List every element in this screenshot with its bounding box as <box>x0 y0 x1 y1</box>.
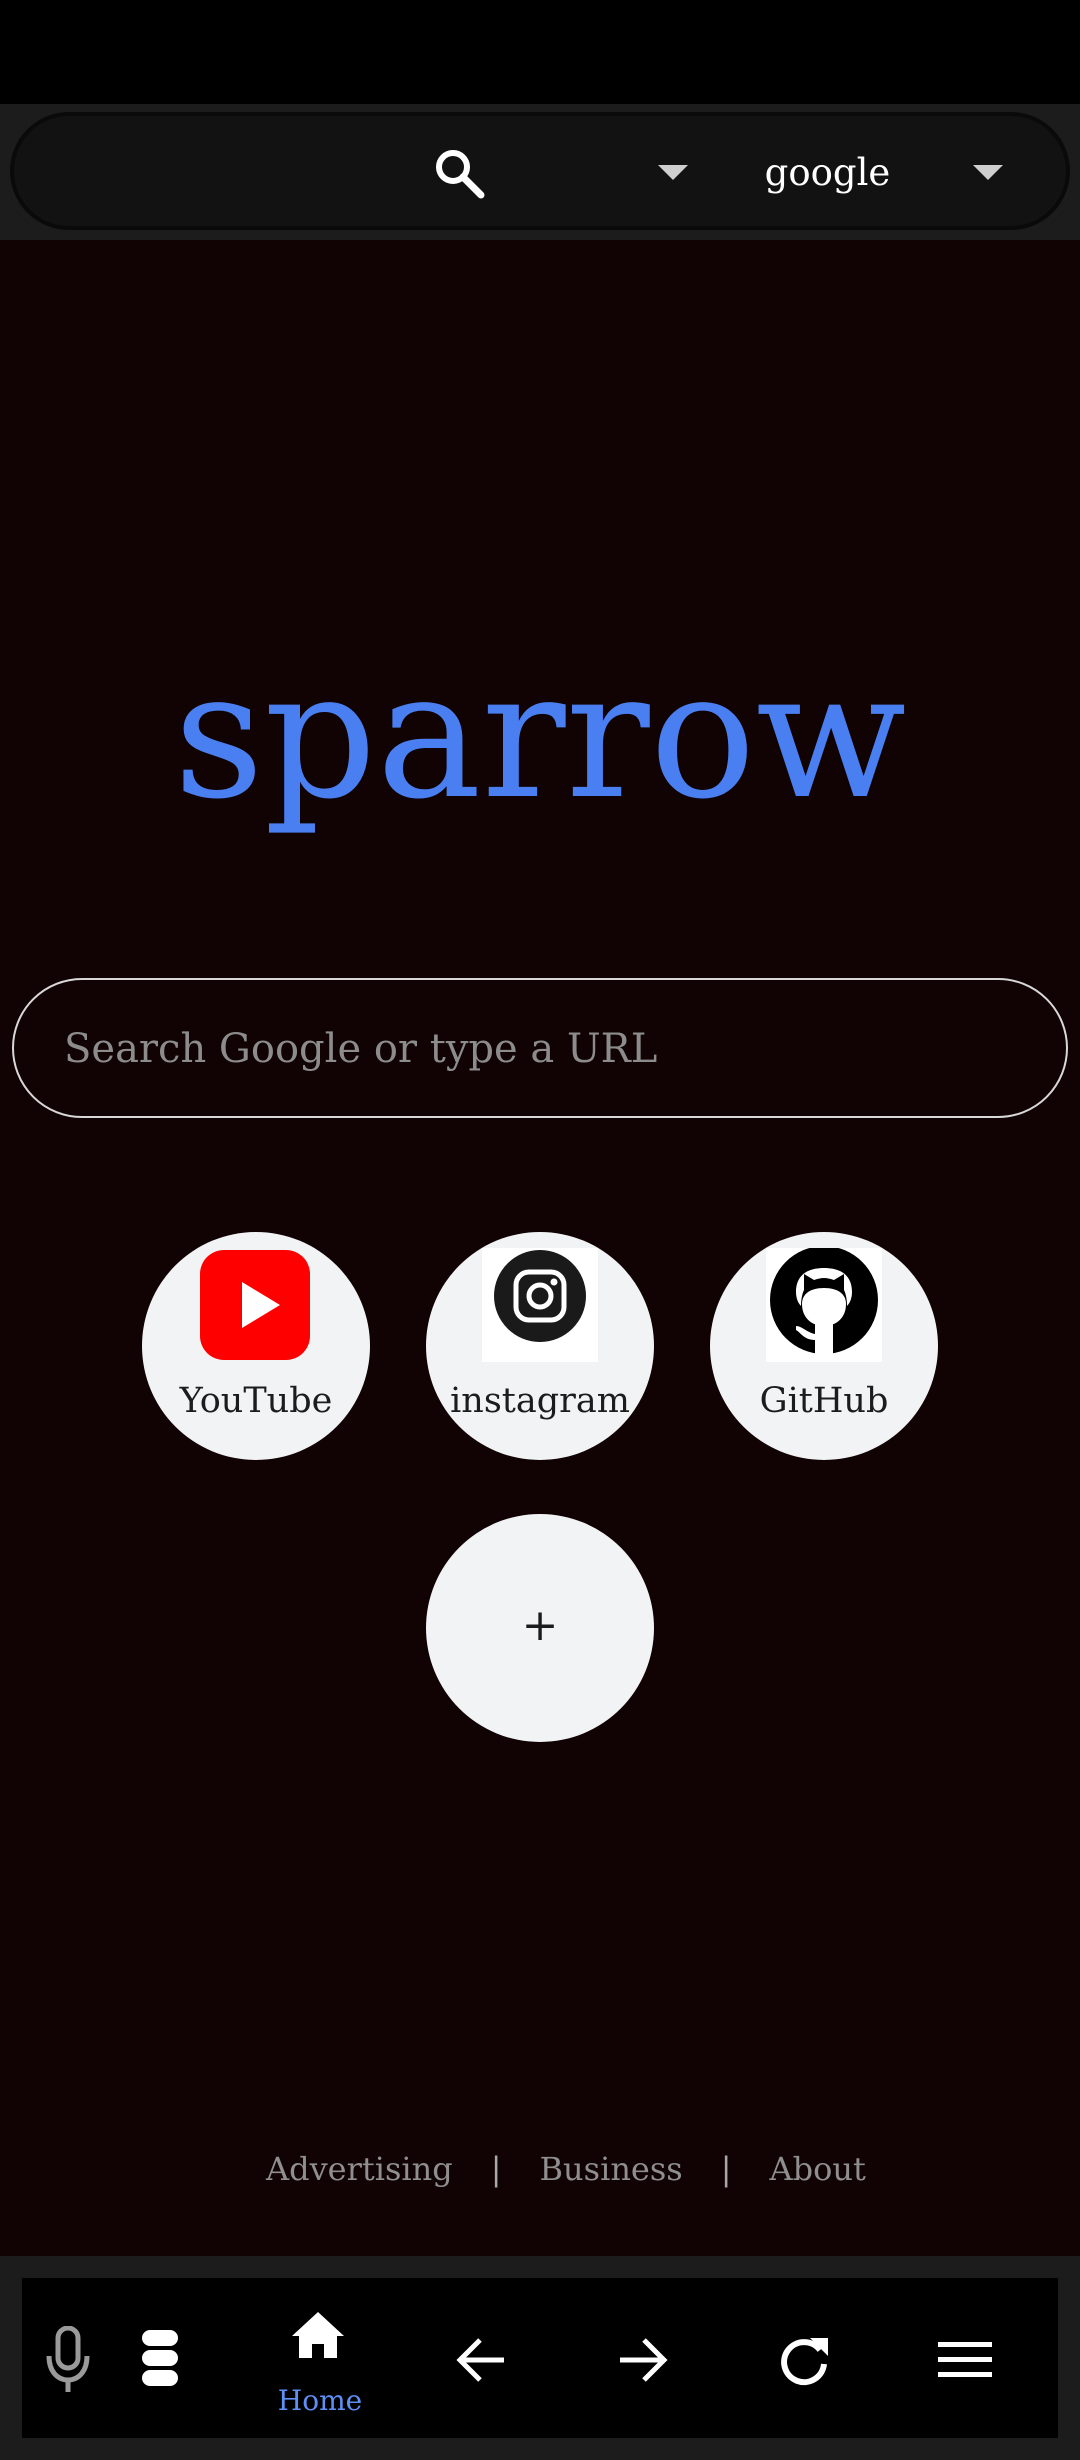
shortcut-label: YouTube <box>179 1381 333 1421</box>
footer-separator: | <box>720 2150 732 2188</box>
home-label[interactable]: Home <box>268 2384 372 2418</box>
search-icon[interactable] <box>432 146 488 202</box>
shortcut-label: instagram <box>450 1381 630 1421</box>
footer-link-advertising[interactable]: Advertising <box>266 2150 453 2188</box>
status-bar <box>0 0 1080 104</box>
youtube-icon <box>198 1248 314 1362</box>
search-placeholder: Search Google or type a URL <box>64 1026 658 1072</box>
footer-separator: | <box>490 2150 502 2188</box>
menu-icon[interactable] <box>938 2340 992 2380</box>
brand-logo-text: sparrow <box>173 633 907 838</box>
add-shortcut-button[interactable]: + <box>426 1514 654 1742</box>
instagram-icon <box>482 1248 598 1362</box>
arrow-left-icon[interactable] <box>456 2334 508 2386</box>
engine-caret-down-icon[interactable] <box>973 165 1003 180</box>
microphone-icon[interactable] <box>44 2326 92 2396</box>
search-engine-selector[interactable]: google <box>740 148 915 198</box>
shortcut-label: GitHub <box>759 1381 889 1421</box>
arrow-right-icon[interactable] <box>616 2334 668 2386</box>
refresh-icon[interactable] <box>778 2334 830 2386</box>
shortcut-github[interactable]: GitHub <box>710 1232 938 1460</box>
shortcut-instagram[interactable]: instagram <box>426 1232 654 1460</box>
shortcut-youtube[interactable]: YouTube <box>142 1232 370 1460</box>
footer-link-business[interactable]: Business <box>540 2150 683 2188</box>
home-icon[interactable] <box>290 2310 346 2360</box>
footer-links: Advertising | Business | About <box>266 2146 866 2192</box>
footer-link-about[interactable]: About <box>769 2150 865 2188</box>
stack-icon[interactable] <box>140 2328 180 2388</box>
caret-down-icon[interactable] <box>658 165 688 180</box>
plus-icon: + <box>521 1600 559 1651</box>
github-icon <box>766 1248 882 1362</box>
search-input[interactable]: Search Google or type a URL <box>12 978 1068 1118</box>
